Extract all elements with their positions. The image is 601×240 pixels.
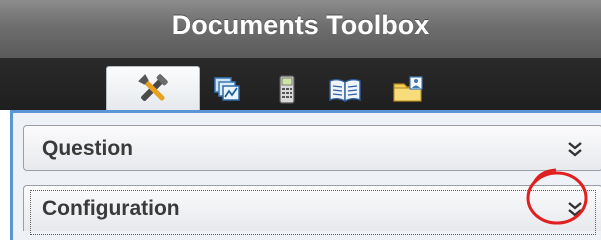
double-chevron-down-icon[interactable] [564, 138, 586, 160]
content-explorer-icon [393, 76, 423, 102]
tools-icon [138, 74, 168, 101]
section-configuration-label: Configuration [42, 197, 180, 220]
tab-calculator[interactable] [262, 70, 312, 110]
toolbox-title: Documents Toolbox [171, 10, 430, 40]
page-sorter-icon [214, 77, 240, 101]
title-bar: Documents Toolbox [0, 0, 601, 59]
section-question[interactable]: Question [23, 125, 601, 171]
documents-toolbox: Documents Toolbox Question Configuration [0, 0, 601, 240]
tab-content-explorer[interactable] [384, 70, 434, 110]
tab-page-sorter[interactable] [202, 70, 252, 110]
section-question-label: Question [42, 137, 134, 160]
calculator-icon [279, 75, 295, 104]
double-chevron-down-icon[interactable] [564, 198, 586, 220]
book-icon [329, 79, 361, 103]
section-configuration[interactable]: Configuration [23, 185, 601, 235]
toolbox-panel: Question Configuration [10, 110, 601, 240]
tab-tools[interactable] [106, 66, 200, 111]
tab-strip [0, 58, 601, 111]
tab-utilities[interactable] [320, 70, 370, 110]
